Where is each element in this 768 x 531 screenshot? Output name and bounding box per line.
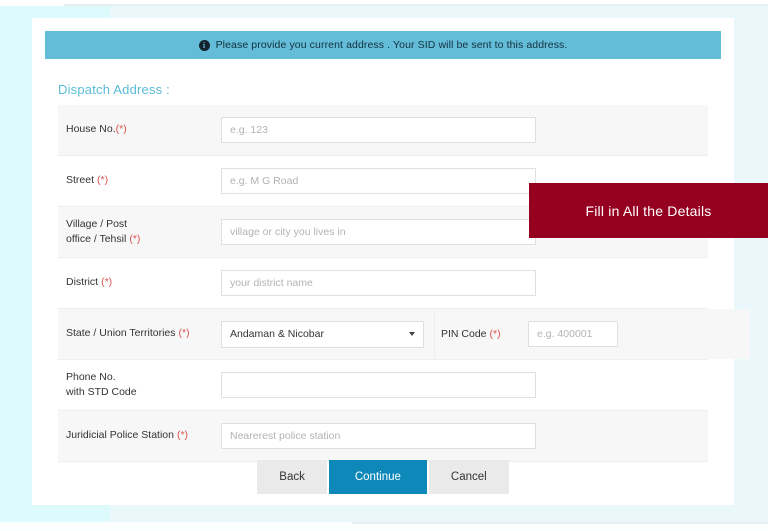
label-house-no-text: House No.	[66, 123, 116, 136]
form-action-bar: Back Continue Cancel	[58, 460, 708, 494]
bottom-divider-line	[352, 522, 768, 524]
district-input[interactable]	[221, 270, 536, 296]
label-phone: Phone No. with STD Code	[58, 360, 213, 410]
required-marker: (*)	[178, 327, 190, 340]
label-state: State / Union Territories (*)	[58, 309, 213, 359]
form-row-house-no: House No. (*)	[58, 105, 708, 156]
state-select[interactable]: Andaman & Nicobar	[221, 320, 424, 348]
pin-code-input[interactable]	[528, 321, 618, 347]
field-cell-state: Andaman & Nicobar	[213, 309, 434, 359]
police-station-input[interactable]	[221, 423, 536, 449]
label-street: Street (*)	[58, 156, 213, 206]
label-pin-code-text: PIN Code	[441, 328, 487, 340]
house-no-input[interactable]	[221, 117, 536, 143]
continue-button[interactable]: Continue	[328, 460, 427, 494]
info-circle-icon: i	[198, 39, 210, 51]
info-banner: i Please provide you current address . Y…	[45, 31, 721, 59]
top-divider-line	[64, 4, 768, 6]
form-row-police-station: Juridicial Police Station (*)	[58, 411, 708, 462]
form-row-state-pin: State / Union Territories (*) Andaman & N…	[58, 309, 750, 360]
form-row-district: District (*)	[58, 258, 708, 309]
required-marker: (*)	[101, 276, 113, 289]
field-cell-pin-code	[520, 309, 750, 359]
cancel-button[interactable]: Cancel	[428, 460, 509, 494]
label-street-text: Street	[66, 174, 95, 187]
label-phone-line1: Phone No.	[66, 370, 116, 383]
label-state-text: State / Union Territories	[66, 327, 176, 340]
street-input[interactable]	[221, 168, 536, 194]
label-village-line1: Village / Post	[66, 217, 128, 230]
label-district: District (*)	[58, 258, 213, 308]
village-input[interactable]	[221, 219, 536, 245]
label-village-line2: office / Tehsil	[66, 233, 127, 245]
label-pin-code: PIN Code (*)	[434, 309, 520, 359]
phone-input[interactable]	[221, 372, 536, 398]
field-cell-district	[213, 258, 708, 308]
required-marker: (*)	[115, 123, 127, 136]
form-row-phone: Phone No. with STD Code	[58, 360, 708, 411]
required-marker: (*)	[97, 174, 109, 187]
field-cell-police-station	[213, 411, 708, 461]
required-marker: (*)	[489, 328, 501, 340]
page-title: Dispatch Address :	[58, 82, 170, 97]
back-button[interactable]: Back	[257, 460, 327, 494]
required-marker: (*)	[176, 429, 189, 442]
chevron-down-icon	[409, 332, 415, 336]
dispatch-address-card: i Please provide you current address . Y…	[32, 18, 750, 505]
label-phone-line2: with STD Code	[66, 386, 137, 398]
label-village: Village / Post office / Tehsil (*)	[58, 207, 213, 257]
required-marker: (*)	[129, 233, 141, 245]
label-police-station: Juridicial Police Station (*)	[58, 411, 213, 461]
field-cell-house-no	[213, 105, 708, 155]
dispatch-address-form: House No.(*) Street(*) Village / Post of…	[58, 105, 750, 462]
field-cell-phone	[213, 360, 708, 410]
label-house-no: House No. (*)	[58, 105, 213, 155]
info-banner-text: Please provide you current address . You…	[215, 39, 568, 51]
label-district-text: District	[66, 276, 99, 289]
state-select-value: Andaman & Nicobar	[230, 328, 324, 340]
fill-details-callout: Fill in All the Details	[529, 183, 768, 238]
label-police-station-text: Juridicial Police Station	[66, 429, 174, 442]
